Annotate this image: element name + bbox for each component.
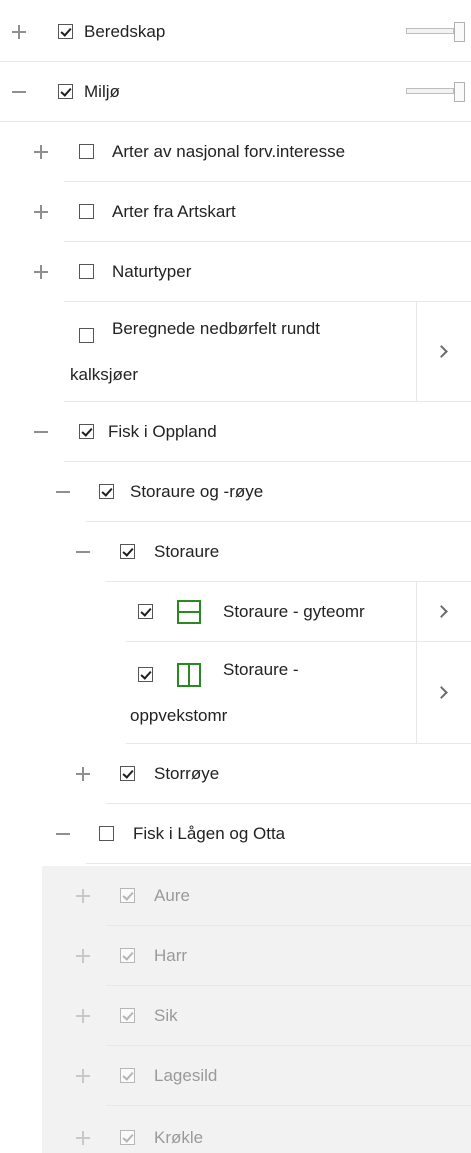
- layer-checkbox[interactable]: [79, 264, 94, 279]
- row-divider: [86, 863, 471, 864]
- chevron-right-icon: [435, 345, 448, 358]
- layer-checkbox[interactable]: [58, 24, 73, 39]
- chevron-right-icon: [435, 686, 448, 699]
- slider-track: [406, 88, 454, 94]
- layer-checkbox: [120, 1008, 135, 1023]
- layer-label: Storaure: [154, 542, 220, 561]
- expand-plus-icon[interactable]: [76, 767, 90, 781]
- layer-label: Storrøye: [154, 764, 220, 783]
- layer-label: Storaure og -røye: [130, 482, 264, 501]
- collapse-minus-icon[interactable]: [34, 425, 48, 439]
- layer-label: Krøkle: [154, 1128, 204, 1147]
- expand-plus-icon: [76, 949, 90, 963]
- layer-row-arter-artskart: Arter fra Artskart: [0, 182, 471, 242]
- layer-checkbox: [120, 1068, 135, 1083]
- layer-label: Storaure - gyteomr: [223, 602, 365, 621]
- layer-label: Aure: [154, 886, 190, 905]
- collapse-minus-icon[interactable]: [56, 827, 70, 841]
- opacity-slider[interactable]: [406, 82, 468, 102]
- polygon-legend-icon: [177, 600, 201, 624]
- layer-row-beregnede-nedborfelt: Beregnede nedbørfelt rundt kalksjøer: [0, 302, 471, 402]
- expand-plus-icon[interactable]: [34, 265, 48, 279]
- layer-label: Beregnede nedbørfelt rundt kalksjøer: [70, 319, 320, 384]
- layer-label: Storaure - oppvekstomr: [130, 660, 299, 725]
- layer-checkbox[interactable]: [138, 604, 153, 619]
- expand-plus-icon[interactable]: [34, 205, 48, 219]
- layer-label: Miljø: [84, 82, 120, 101]
- layer-row-harr: Harr: [0, 926, 471, 986]
- layer-label: Fisk i Oppland: [108, 422, 217, 441]
- slider-track: [406, 28, 454, 34]
- layer-row-aure: Aure: [0, 866, 471, 926]
- layer-details-button[interactable]: [416, 642, 471, 744]
- slider-thumb[interactable]: [454, 82, 465, 102]
- collapse-minus-icon[interactable]: [76, 545, 90, 559]
- chevron-right-icon: [435, 605, 448, 618]
- layer-details-button[interactable]: [416, 582, 471, 642]
- slider-thumb[interactable]: [454, 22, 465, 42]
- layer-label: Sik: [154, 1006, 178, 1025]
- expand-plus-icon[interactable]: [12, 25, 26, 39]
- layer-row-storaure-gyteomr: Storaure - gyteomr: [0, 582, 471, 642]
- expand-plus-icon: [76, 1009, 90, 1023]
- layer-label: Arter fra Artskart: [112, 202, 236, 221]
- layer-checkbox[interactable]: [58, 84, 73, 99]
- expand-plus-icon: [76, 1069, 90, 1083]
- layer-row-arter-nasjonal: Arter av nasjonal forv.interesse: [0, 122, 471, 182]
- layer-checkbox: [120, 888, 135, 903]
- layer-row-miljo: Miljø: [0, 62, 471, 122]
- layer-label: Beredskap: [84, 22, 166, 41]
- collapse-minus-icon[interactable]: [12, 85, 26, 99]
- layer-checkbox[interactable]: [99, 484, 114, 499]
- expand-plus-icon: [76, 1131, 90, 1145]
- collapse-minus-icon[interactable]: [56, 485, 70, 499]
- layer-checkbox[interactable]: [99, 826, 114, 841]
- layer-checkbox: [120, 948, 135, 963]
- layer-row-storaure-og-roye: Storaure og -røye: [0, 462, 471, 522]
- row-divider: [106, 1105, 471, 1106]
- layer-row-fisk-lagen-otta: Fisk i Lågen og Otta: [0, 804, 471, 864]
- layer-row-lagesild: Lagesild: [0, 1046, 471, 1106]
- layer-row-sik: Sik: [0, 986, 471, 1046]
- layer-row-storaure: Storaure: [0, 522, 471, 582]
- expand-plus-icon: [76, 889, 90, 903]
- layer-row-storaure-oppvekstomr: Storaure - oppvekstomr: [0, 642, 471, 744]
- opacity-slider[interactable]: [406, 22, 468, 42]
- layer-checkbox[interactable]: [79, 144, 94, 159]
- layer-label: Harr: [154, 946, 188, 965]
- layer-checkbox[interactable]: [120, 544, 135, 559]
- expand-plus-icon[interactable]: [34, 145, 48, 159]
- layer-row-fisk-oppland: Fisk i Oppland: [0, 402, 471, 462]
- layer-checkbox: [120, 1130, 135, 1145]
- layer-row-storroye: Storrøye: [0, 744, 471, 804]
- layer-row-krokle: Krøkle: [0, 1107, 471, 1153]
- layer-details-button[interactable]: [416, 302, 471, 402]
- layer-row-beredskap: Beredskap: [0, 2, 471, 62]
- layer-row-naturtyper: Naturtyper: [0, 242, 471, 302]
- layer-checkbox[interactable]: [79, 204, 94, 219]
- layer-label: Naturtyper: [112, 262, 192, 281]
- layer-label: Lagesild: [154, 1066, 218, 1085]
- layer-label: Arter av nasjonal forv.interesse: [112, 142, 346, 161]
- layer-checkbox[interactable]: [79, 424, 94, 439]
- layer-checkbox[interactable]: [120, 766, 135, 781]
- layer-label: Fisk i Lågen og Otta: [133, 824, 286, 843]
